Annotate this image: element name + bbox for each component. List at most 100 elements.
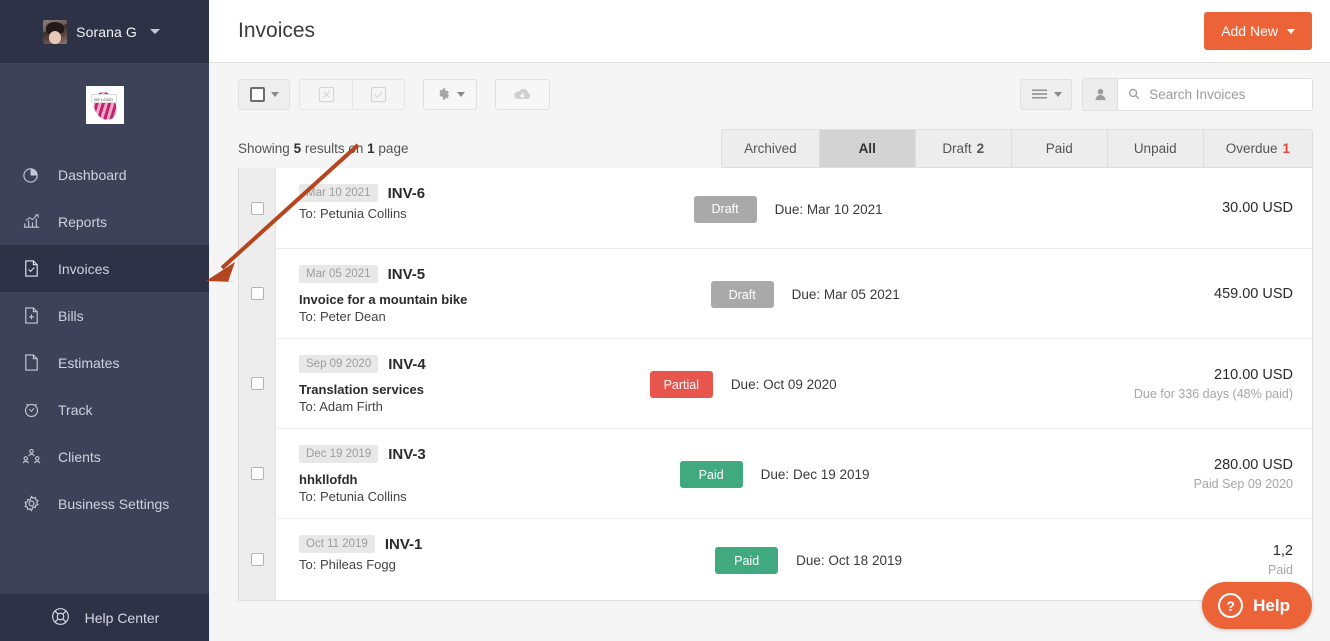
bar-chart-icon bbox=[20, 211, 42, 233]
due-date: Due: Mar 10 2021 bbox=[774, 201, 883, 217]
sidebar-item-bills[interactable]: Bills bbox=[0, 292, 209, 339]
search-icon bbox=[1128, 88, 1140, 100]
amount: 1,2 bbox=[1272, 542, 1294, 559]
user-name: Sorana G bbox=[76, 23, 137, 40]
page-count: 1 bbox=[367, 141, 375, 156]
sidebar-item-dashboard[interactable]: Dashboard bbox=[0, 151, 209, 198]
tab-overdue[interactable]: Overdue 1 bbox=[1202, 129, 1313, 168]
tab-unpaid[interactable]: Unpaid bbox=[1106, 129, 1203, 168]
tab-archived[interactable]: Archived bbox=[721, 129, 819, 168]
document-icon bbox=[20, 352, 42, 374]
row-status: Partial Due: Oct 09 2020 bbox=[649, 339, 910, 428]
row-info: Mar 10 2021 INV-6 To: Petunia Collins bbox=[276, 168, 694, 248]
sidebar-item-label: Invoices bbox=[58, 260, 110, 277]
help-center-label: Help Center bbox=[84, 609, 160, 626]
user-menu[interactable]: Sorana G bbox=[0, 0, 209, 63]
logo-image: MY LOGO bbox=[85, 86, 124, 124]
due-date: Due: Mar 05 2021 bbox=[791, 287, 900, 302]
client-name: To: Petunia Collins bbox=[299, 206, 407, 221]
table-row[interactable]: Mar 10 2021 INV-6 To: Petunia Collins Dr… bbox=[239, 168, 1312, 249]
row-checkbox[interactable] bbox=[250, 287, 264, 300]
sidebar-item-invoices[interactable]: Invoices bbox=[0, 245, 209, 292]
search-box[interactable] bbox=[1117, 77, 1313, 111]
amount-submeta: Due for 336 days (48% paid) bbox=[1133, 386, 1293, 401]
invoice-number[interactable]: INV-1 bbox=[385, 536, 423, 553]
sidebar-item-business-settings[interactable]: Business Settings bbox=[0, 480, 209, 527]
tab-paid[interactable]: Paid bbox=[1010, 129, 1107, 168]
invoice-number[interactable]: INV-4 bbox=[388, 356, 426, 373]
tab-label: Draft bbox=[942, 141, 972, 156]
chevron-down-icon bbox=[457, 91, 465, 97]
amount: 280.00 USD bbox=[1214, 456, 1293, 473]
showing-middle: results on bbox=[304, 141, 364, 156]
amount: 459.00 USD bbox=[1214, 285, 1293, 302]
status-badge: Paid bbox=[679, 461, 743, 488]
select-all-dropdown[interactable] bbox=[238, 78, 290, 110]
search-group bbox=[1082, 77, 1313, 111]
tab-label: Overdue bbox=[1225, 141, 1278, 156]
row-checkbox-cell bbox=[239, 249, 276, 338]
sidebar-item-label: Estimates bbox=[58, 354, 120, 371]
app-root: Sorana G MY LOGO Dashboard Reports Invoi… bbox=[0, 0, 1330, 641]
sidebar-item-label: Business Settings bbox=[58, 495, 170, 512]
sidebar-item-label: Track bbox=[58, 401, 93, 418]
client-name: To: Phileas Fogg bbox=[299, 557, 396, 572]
client-filter-button[interactable] bbox=[1082, 77, 1117, 111]
row-amount: 210.00 USD Due for 336 days (48% paid) bbox=[910, 339, 1312, 428]
download-button[interactable] bbox=[495, 78, 550, 110]
question-mark-icon: ? bbox=[1218, 593, 1244, 618]
row-info: Mar 05 2021 INV-5 Invoice for a mountain… bbox=[276, 249, 711, 338]
clock-icon bbox=[20, 399, 42, 421]
pie-chart-icon bbox=[20, 164, 42, 186]
approve-button[interactable] bbox=[352, 78, 405, 110]
amount-submeta: Paid bbox=[1267, 562, 1294, 577]
table-row[interactable]: Mar 05 2021 INV-5 Invoice for a mountain… bbox=[239, 249, 1312, 339]
document-plus-icon bbox=[20, 305, 42, 327]
invoice-number[interactable]: INV-6 bbox=[388, 185, 426, 202]
sidebar: Sorana G MY LOGO Dashboard Reports Invoi… bbox=[0, 0, 209, 641]
main-navigation: Dashboard Reports Invoices Bills Estimat… bbox=[0, 147, 209, 594]
invoice-number[interactable]: INV-3 bbox=[388, 446, 426, 463]
table-row[interactable]: Sep 09 2020 INV-4 Translation services T… bbox=[239, 339, 1312, 429]
table-row[interactable]: Oct 11 2019 INV-1 To: Phileas Fogg Paid … bbox=[239, 519, 1312, 600]
table-row[interactable]: Dec 19 2019 INV-3 hhkllofdh To: Petunia … bbox=[239, 429, 1312, 519]
search-input[interactable] bbox=[1149, 86, 1302, 102]
row-checkbox[interactable] bbox=[250, 377, 264, 390]
delete-button[interactable] bbox=[299, 78, 352, 110]
client-name: To: Adam Firth bbox=[299, 399, 383, 414]
row-amount: 30.00 USD bbox=[954, 168, 1312, 248]
row-amount: 459.00 USD bbox=[971, 249, 1312, 338]
view-options-dropdown[interactable] bbox=[1020, 78, 1072, 110]
issue-date: Mar 05 2021 bbox=[299, 265, 378, 283]
add-new-button[interactable]: Add New bbox=[1204, 12, 1312, 50]
amount-submeta: Paid Sep 09 2020 bbox=[1193, 476, 1293, 491]
sidebar-item-label: Dashboard bbox=[58, 166, 127, 183]
status-badge: Paid bbox=[715, 547, 779, 574]
sidebar-item-clients[interactable]: Clients bbox=[0, 433, 209, 480]
sidebar-item-reports[interactable]: Reports bbox=[0, 198, 209, 245]
page-title: Invoices bbox=[238, 19, 316, 42]
sidebar-item-estimates[interactable]: Estimates bbox=[0, 339, 209, 386]
checkbox-icon bbox=[249, 86, 265, 102]
row-info: Oct 11 2019 INV-1 To: Phileas Fogg bbox=[276, 519, 715, 600]
status-badge: Draft bbox=[710, 281, 774, 308]
lifebuoy-icon bbox=[50, 606, 71, 630]
due-date: Due: Dec 19 2019 bbox=[760, 467, 870, 482]
row-checkbox[interactable] bbox=[250, 467, 264, 480]
company-logo[interactable]: MY LOGO bbox=[0, 63, 209, 147]
tab-draft[interactable]: Draft 2 bbox=[914, 129, 1011, 168]
settings-dropdown[interactable] bbox=[423, 78, 477, 110]
row-checkbox[interactable] bbox=[250, 553, 264, 566]
sidebar-item-help-center[interactable]: Help Center bbox=[0, 594, 209, 641]
filter-tabs: Archived All Draft 2 Paid Unpaid Overdue… bbox=[721, 129, 1313, 168]
row-checkbox[interactable] bbox=[250, 201, 264, 215]
invoice-number[interactable]: INV-5 bbox=[388, 266, 426, 283]
tab-all[interactable]: All bbox=[818, 129, 915, 168]
invoice-subject: Translation services bbox=[299, 382, 425, 397]
row-status: Draft Due: Mar 10 2021 bbox=[693, 168, 954, 248]
cloud-download-icon bbox=[514, 88, 531, 99]
help-widget-button[interactable]: ? Help bbox=[1202, 582, 1312, 629]
client-name: To: Petunia Collins bbox=[299, 489, 407, 504]
invoice-subject: Invoice for a mountain bike bbox=[299, 292, 468, 307]
sidebar-item-track[interactable]: Track bbox=[0, 386, 209, 433]
